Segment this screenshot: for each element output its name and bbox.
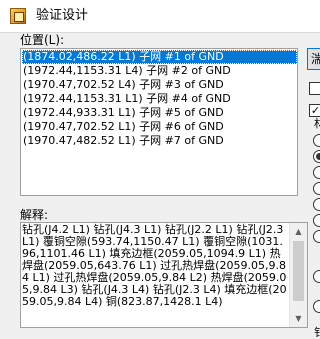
explanation-label: 解释: (20, 208, 49, 222)
location-list-item[interactable]: (1970.47,702.52 L4) 子网 #3 of GND (22, 78, 297, 92)
option-radio-3[interactable] (313, 166, 320, 179)
app-icon (10, 8, 26, 24)
explanation-scrollbar[interactable]: ▲ ▼ (289, 223, 307, 327)
right-action-button-label: 湍 (311, 52, 320, 66)
location-list-item[interactable]: (1972.44,1153.31 L1) 子网 #4 of GND (22, 92, 297, 106)
option-radio-1[interactable] (313, 134, 320, 147)
location-listbox[interactable]: (1874.02,486.22 L1) 子网 #1 of GND (1972.44… (20, 48, 298, 196)
explanation-textbox[interactable]: 钻孔(J4.2 L1) 钻孔(J4.3 L1) 钻孔(J2.2 L1) 钻孔(J… (20, 222, 308, 328)
option-checkbox-2[interactable]: ✓ (309, 104, 320, 117)
location-list-item[interactable]: (1970.47,702.52 L1) 子网 #6 of GND (22, 120, 297, 134)
right-label-fragment-2: 钅 (314, 326, 320, 339)
location-list-item[interactable]: (1972.44,1153.31 L4) 子网 #2 of GND (22, 64, 297, 78)
location-label: 位置(L): (20, 33, 65, 47)
scroll-thumb[interactable] (293, 241, 304, 301)
scroll-up-icon[interactable]: ▲ (290, 223, 307, 240)
option-radio-7[interactable] (313, 230, 320, 243)
option-radio-5[interactable] (313, 198, 320, 211)
window-title: 验证设计 (36, 8, 89, 23)
option-radio-2[interactable] (313, 150, 320, 163)
location-list-item[interactable]: (1972.44,933.31 L1) 子网 #5 of GND (22, 106, 297, 120)
scroll-down-icon[interactable]: ▼ (290, 310, 307, 327)
right-label-fragment: 材 (314, 117, 320, 130)
option-radio-8[interactable] (313, 270, 320, 283)
option-radio-4[interactable] (313, 182, 320, 195)
title-bar: 验证设计 (0, 0, 320, 33)
right-action-button[interactable]: 湍 (307, 48, 320, 70)
option-radio-9[interactable] (313, 300, 320, 313)
explanation-text: 钻孔(J4.2 L1) 钻孔(J4.3 L1) 钻孔(J2.2 L1) 钻孔(J… (22, 223, 287, 308)
location-list-item[interactable]: (1874.02,486.22 L1) 子网 #1 of GND (22, 50, 297, 64)
option-checkbox-1[interactable] (309, 82, 320, 95)
option-radio-6[interactable] (313, 214, 320, 227)
location-list-item[interactable]: (1970.47,482.52 L1) 子网 #7 of GND (22, 134, 297, 148)
